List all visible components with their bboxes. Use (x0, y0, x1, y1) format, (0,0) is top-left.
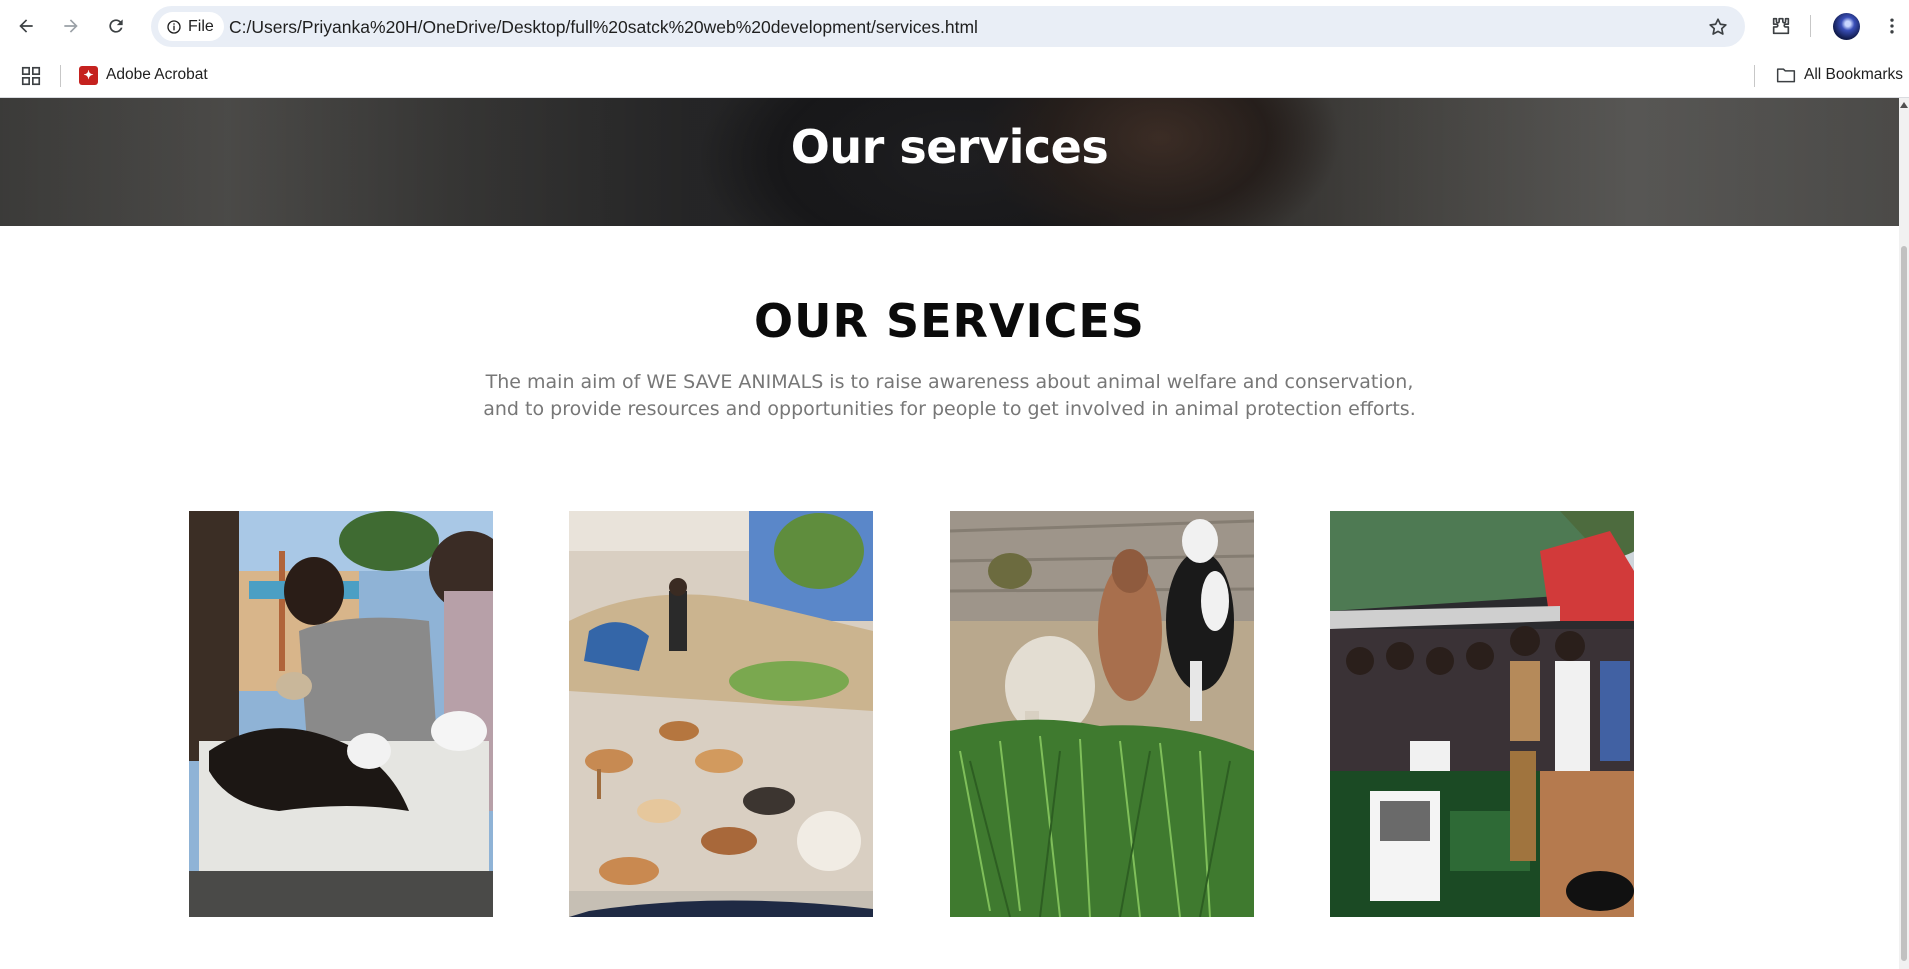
all-bookmarks-label: All Bookmarks (1804, 66, 1904, 83)
bookmarks-divider-right (1754, 65, 1755, 87)
hero-title: Our services (790, 120, 1109, 174)
stray-dogs-feeding-photo (569, 511, 873, 917)
site-info-chip[interactable]: File (158, 12, 224, 41)
page-scrollbar[interactable] (1899, 98, 1909, 969)
address-bar[interactable]: File C:/Users/Priyanka%20H/OneDrive/Desk… (151, 6, 1745, 47)
back-button[interactable] (9, 9, 43, 43)
apps-grid-icon[interactable] (20, 65, 42, 87)
bookmark-label: Adobe Acrobat (106, 66, 208, 83)
all-bookmarks-button[interactable]: All Bookmarks (1776, 62, 1903, 88)
extensions-button[interactable] (1766, 11, 1796, 41)
profile-avatar[interactable] (1833, 13, 1860, 40)
hero-banner: Our services (0, 98, 1899, 226)
more-vert-icon (1890, 18, 1894, 34)
url-text[interactable]: C:/Users/Priyanka%20H/OneDrive/Desktop/f… (229, 17, 978, 38)
services-heading: OUR SERVICES (754, 294, 1145, 348)
puzzle-icon (1772, 17, 1790, 35)
services-description: The main aim of WE SAVE ANIMALS is to ra… (0, 369, 1899, 423)
bookmarks-divider (60, 65, 61, 87)
services-description-line1: The main aim of WE SAVE ANIMALS is to ra… (485, 371, 1414, 393)
back-arrow-icon (19, 19, 33, 33)
menu-button[interactable] (1877, 11, 1907, 41)
bookmark-adobe-acrobat[interactable]: ✦ Adobe Acrobat (79, 62, 208, 88)
page-viewport: Our services OUR SERVICES The main aim o… (0, 98, 1899, 969)
reload-button[interactable] (99, 9, 133, 43)
info-icon (167, 19, 181, 34)
service-card-1[interactable] (189, 511, 493, 917)
bookmark-star-icon[interactable] (1707, 16, 1729, 38)
services-description-line2: and to provide resources and opportuniti… (483, 398, 1416, 420)
browser-toolbar: File C:/Users/Priyanka%20H/OneDrive/Desk… (0, 0, 1909, 53)
reload-icon (109, 19, 123, 33)
bookmarks-bar: ✦ Adobe Acrobat All Bookmarks (0, 53, 1909, 98)
vet-treating-dog-photo (189, 511, 493, 917)
calves-and-sheep-eating-grass-photo (950, 511, 1254, 917)
service-card-2[interactable] (569, 511, 873, 917)
folder-icon (1776, 68, 1796, 83)
forward-button[interactable] (54, 9, 88, 43)
scroll-thumb[interactable] (1901, 246, 1907, 961)
forward-arrow-icon (64, 19, 78, 33)
toolbar-divider (1810, 15, 1811, 37)
scroll-up-arrow-icon[interactable] (1900, 102, 1908, 108)
pdf-icon: ✦ (79, 65, 98, 85)
site-chip-label: File (188, 17, 214, 35)
service-card-4[interactable] (1330, 511, 1634, 917)
awareness-stall-event-photo (1330, 511, 1634, 917)
service-card-3[interactable] (950, 511, 1254, 917)
